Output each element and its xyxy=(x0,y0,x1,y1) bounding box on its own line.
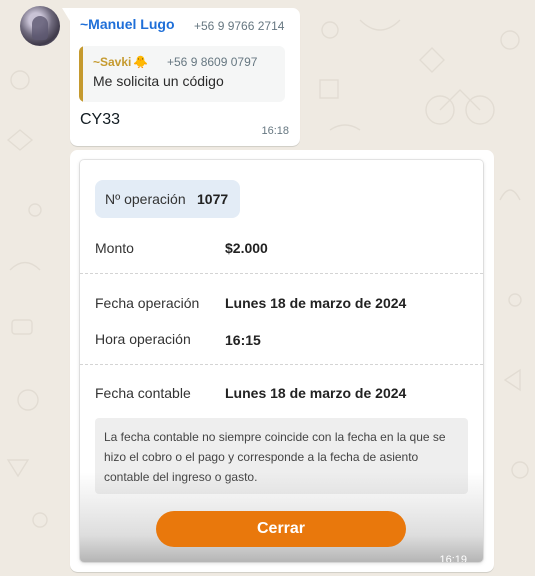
sender-name[interactable]: ~Manuel Lugo xyxy=(80,16,175,32)
message-time: 16:18 xyxy=(261,125,289,137)
sender-phone: +56 9 9766 2714 xyxy=(194,19,285,33)
amount-value: $2.000 xyxy=(225,240,268,256)
quote-accent-bar xyxy=(79,46,83,102)
accounting-date-value: Lunes 18 de marzo de 2024 xyxy=(225,385,407,401)
receipt-screenshot[interactable]: Nº operación 1077 Monto $2.000 Fecha ope… xyxy=(80,160,483,562)
divider xyxy=(80,364,483,365)
divider xyxy=(80,273,483,274)
operation-date-value: Lunes 18 de marzo de 2024 xyxy=(225,295,407,311)
avatar[interactable] xyxy=(20,6,60,46)
close-button[interactable]: Cerrar xyxy=(156,511,406,547)
quoted-message[interactable]: ~Savki 🐥 +56 9 8609 0797 Me solicita un c… xyxy=(79,46,285,102)
operation-label: Nº operación xyxy=(105,191,186,207)
avatar-figure xyxy=(32,16,48,40)
operation-number: 1077 xyxy=(197,191,229,207)
bubble-tail xyxy=(62,8,70,21)
accounting-date-label: Fecha contable xyxy=(95,385,191,401)
operation-date-label: Fecha operación xyxy=(95,295,200,311)
image-message-bubble[interactable]: Nº operación 1077 Monto $2.000 Fecha ope… xyxy=(70,150,494,572)
amount-label: Monto xyxy=(95,240,134,256)
quote-sender-phone: +56 9 8609 0797 xyxy=(167,55,258,69)
operation-badge: Nº operación 1077 xyxy=(95,180,240,218)
operation-time-value: 16:15 xyxy=(225,332,261,348)
message-time: 16:19 xyxy=(439,554,467,562)
quote-sender-name: ~Savki 🐥 xyxy=(93,55,148,69)
message-bubble[interactable]: ~Manuel Lugo +56 9 9766 2714 ~Savki 🐥 +56… xyxy=(70,8,300,146)
operation-time-label: Hora operación xyxy=(95,331,191,347)
message-text: CY33 xyxy=(80,111,121,128)
chick-emoji-icon: 🐥 xyxy=(133,55,149,69)
quote-text: Me solicita un código xyxy=(93,73,224,89)
quote-sender-label: ~Savki xyxy=(93,55,132,69)
